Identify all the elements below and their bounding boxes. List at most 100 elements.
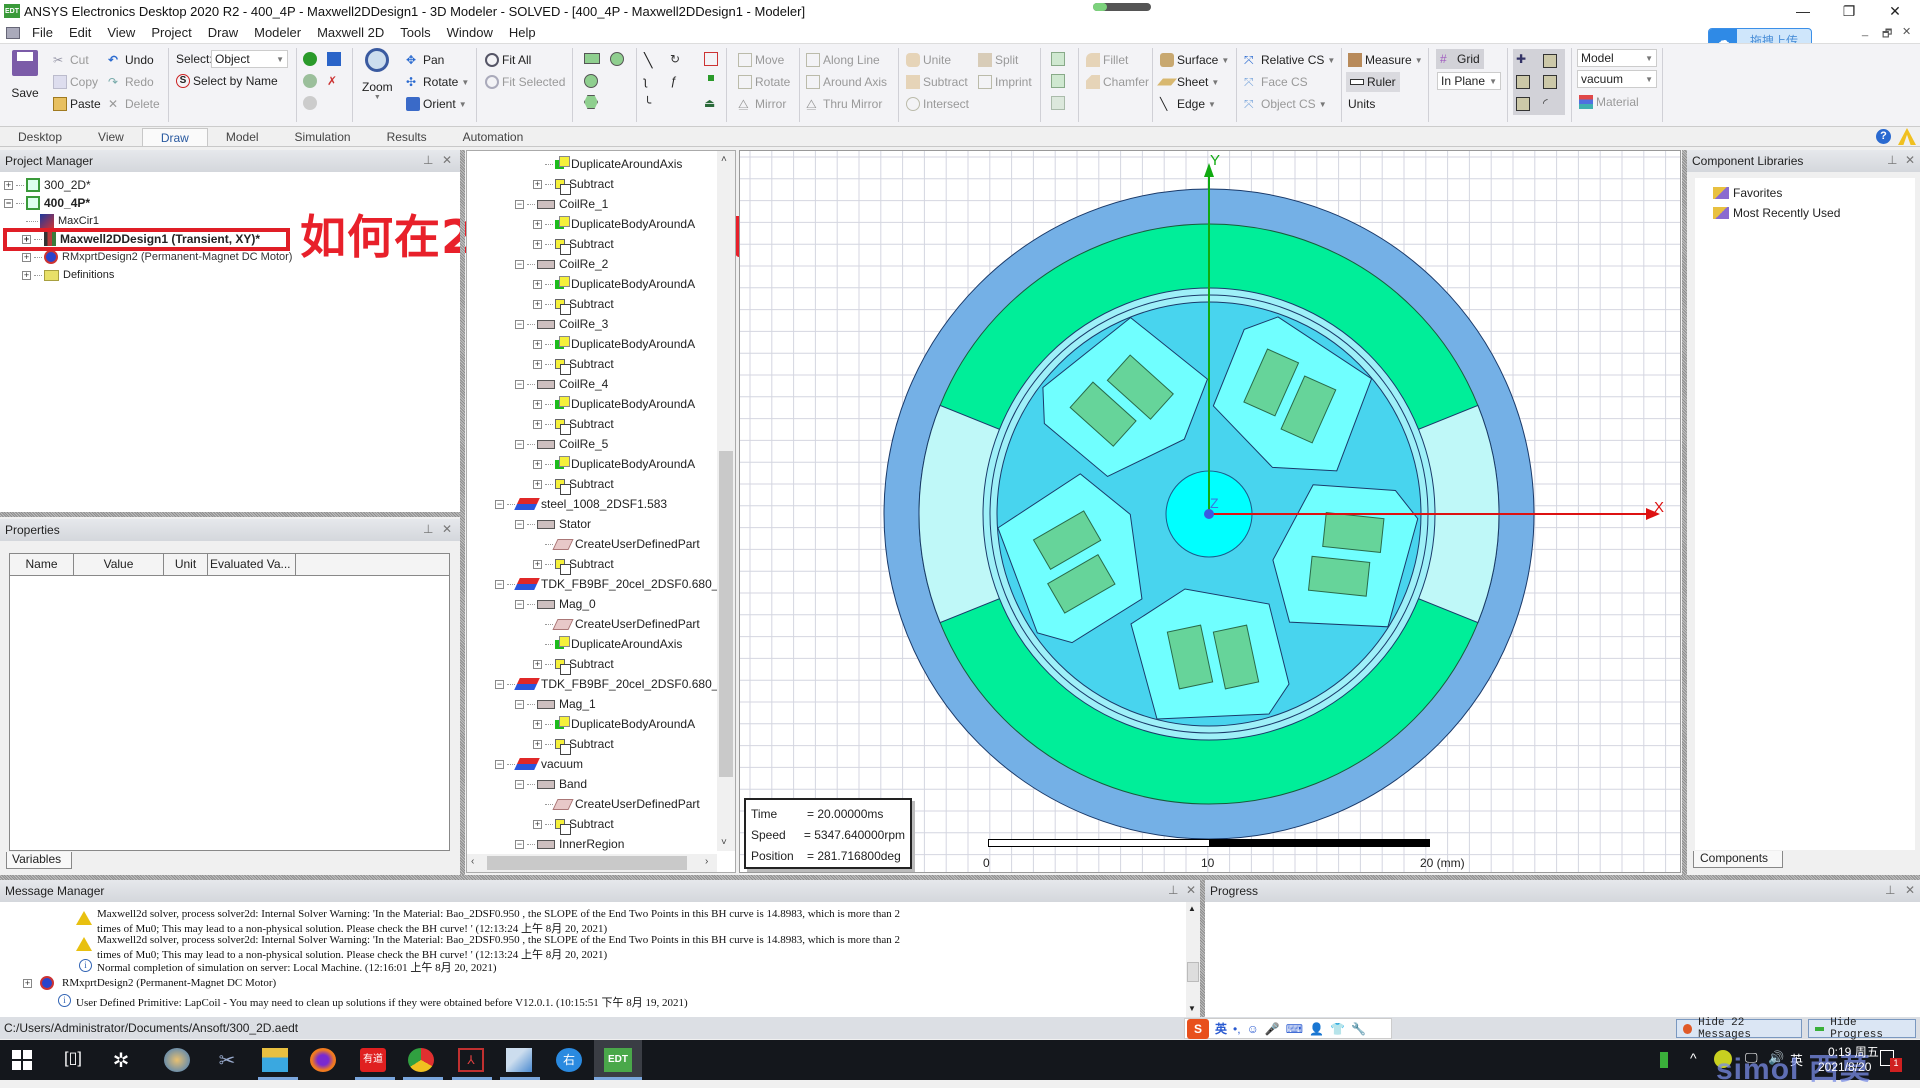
menu-file[interactable]: File (24, 25, 61, 40)
fillet-button[interactable]: Fillet (1086, 50, 1128, 70)
panel-close-icon[interactable]: ✕ (442, 522, 452, 536)
model-tree-item[interactable]: − CoilRe_5 (515, 435, 608, 453)
expand-toggle[interactable]: − (515, 199, 524, 209)
draw-rectangle-icon[interactable] (584, 53, 600, 64)
zoom-button[interactable]: Zoom ▼ (362, 48, 393, 101)
tab-results[interactable]: Results (369, 128, 445, 146)
pin-icon[interactable]: ⊥ (1887, 153, 1897, 167)
thru-mirror-button[interactable]: ⧋ Thru Mirror (806, 94, 882, 114)
model-tree-item[interactable]: − CoilRe_2 (515, 255, 608, 273)
subtract-button[interactable]: Subtract (906, 72, 968, 92)
column-header-name[interactable]: Name (10, 554, 74, 575)
tab-simulation[interactable]: Simulation (277, 128, 369, 146)
hide-unselected-icon[interactable] (303, 96, 317, 110)
surface-button[interactable]: Surface ▼ (1160, 50, 1229, 70)
draw-arc-icon[interactable]: ↻ (670, 52, 684, 66)
model-tree-item[interactable]: + Subtract (533, 175, 614, 195)
expand-toggle[interactable]: − (515, 519, 524, 529)
expand-toggle[interactable]: + (533, 559, 542, 569)
draw-box-icon[interactable] (704, 52, 718, 66)
relative-cs-button[interactable]: ⤧ Relative CS ▼ (1244, 50, 1335, 70)
grid-button[interactable]: # Grid (1436, 49, 1484, 69)
rotor-slot-group[interactable] (1130, 588, 1290, 720)
windows-start-icon[interactable] (12, 1050, 32, 1070)
model-tree-item[interactable]: CreateUserDefinedPart (533, 795, 700, 813)
draw-point-icon[interactable] (708, 75, 714, 81)
model-tree-item[interactable]: − CoilRe_4 (515, 375, 608, 393)
message-group[interactable]: RMxprtDesign2 (Permanent-Magnet DC Motor… (62, 977, 276, 989)
draw-ellipse-icon[interactable] (584, 74, 598, 88)
units-button[interactable]: Units (1348, 94, 1375, 114)
column-header-evaluated-value[interactable]: Evaluated Va... (208, 554, 296, 575)
model-tree-item[interactable]: DuplicateAroundAxis (533, 635, 682, 653)
sweep-icon[interactable] (1051, 52, 1065, 66)
expand-toggle[interactable]: + (23, 979, 32, 988)
undo-button[interactable]: ↶ Undo (108, 50, 154, 70)
sheet-button[interactable]: Sheet ▼ (1157, 72, 1219, 92)
coil-rect[interactable] (1307, 555, 1371, 597)
hide-all-icon[interactable]: ✗ (327, 74, 341, 88)
imprint-button[interactable]: Imprint (978, 72, 1032, 92)
menu-view[interactable]: View (99, 25, 143, 40)
message-line[interactable]: Maxwell2d solver, process solver2d: Inte… (97, 934, 900, 946)
scrollbar-thumb[interactable] (719, 451, 733, 777)
rotor-slot[interactable] (1130, 588, 1290, 720)
rotate-button[interactable]: Rotate (738, 72, 790, 92)
scrollbar-thumb[interactable] (487, 856, 687, 870)
model-tree-item[interactable]: + Subtract (533, 815, 614, 835)
expand-toggle[interactable]: + (533, 299, 542, 309)
motor-geometry[interactable]: Y X Z (740, 151, 1681, 873)
mirror-button[interactable]: ⧋ Mirror (738, 94, 786, 114)
mdi-minimize-button[interactable]: _ (1862, 25, 1868, 37)
show-all-icon[interactable] (303, 52, 317, 66)
expand-toggle[interactable]: + (533, 479, 542, 489)
message-line[interactable]: Normal completion of simulation on serve… (97, 959, 497, 975)
restore-button[interactable]: ❐ (1826, 0, 1872, 22)
library-item-favorites[interactable]: Favorites (1713, 184, 1782, 202)
model-tree-item[interactable]: + DuplicateBodyAroundA (533, 395, 695, 413)
sweep-along-path-icon[interactable] (1051, 96, 1065, 110)
expand-toggle[interactable]: − (515, 259, 524, 269)
snap-quadrant-icon[interactable]: ◜ (1543, 96, 1557, 110)
clock-time[interactable]: 0:19 周五 (1828, 1043, 1879, 1060)
model-tree-item[interactable]: + Subtract (533, 415, 614, 435)
expand-toggle[interactable]: − (515, 599, 524, 609)
column-header-value[interactable]: Value (74, 554, 164, 575)
draw-spline-icon[interactable]: ʅ (644, 74, 658, 88)
clock-date[interactable]: 2021/8/20 (1818, 1060, 1871, 1074)
message-scrollbar[interactable]: ▲ ▼ (1186, 902, 1200, 1017)
model-tree-item[interactable]: + DuplicateBodyAroundA (533, 335, 695, 353)
material-button[interactable]: Material (1579, 92, 1639, 112)
expand-toggle[interactable]: + (533, 219, 542, 229)
rotate-view-button[interactable]: ✣ Rotate ▼ (406, 72, 469, 92)
menu-maxwell-2d[interactable]: Maxwell 2D (309, 25, 392, 40)
expand-toggle[interactable]: − (515, 319, 524, 329)
model-tree-item[interactable]: − vacuum (495, 755, 583, 773)
expand-toggle[interactable]: + (533, 739, 542, 749)
model-tree-item[interactable]: + Subtract (533, 475, 614, 495)
model-tree-item[interactable]: + DuplicateBodyAroundA (533, 455, 695, 473)
snap-face-icon[interactable] (1516, 97, 1530, 111)
expand-toggle[interactable]: − (495, 679, 504, 689)
pin-icon[interactable]: ⊥ (423, 153, 433, 167)
pinwheel-app-icon[interactable]: ✲ (108, 1048, 134, 1072)
draw-circle-icon[interactable] (610, 52, 624, 66)
model-tree-item[interactable]: − TDK_FB9BF_20cel_2DSF0.680_ (495, 675, 718, 693)
expand-toggle[interactable]: − (515, 839, 524, 849)
emoji-icon[interactable]: ☺ (1247, 1022, 1259, 1036)
show-view-icon[interactable] (327, 52, 341, 66)
face-cs-button[interactable]: ⤧ Face CS (1244, 72, 1308, 92)
expand-toggle[interactable]: − (515, 439, 524, 449)
snap-center-icon[interactable] (1543, 54, 1557, 68)
panel-close-icon[interactable]: ✕ (1186, 883, 1196, 897)
ruler-button[interactable]: Ruler (1346, 72, 1400, 92)
message-line[interactable]: Maxwell2d solver, process solver2d: Inte… (97, 908, 900, 920)
snap-grid-icon[interactable]: ✚ (1516, 52, 1530, 66)
pan-button[interactable]: ✥ Pan (406, 50, 444, 70)
orient-button[interactable]: Orient ▼ (406, 94, 467, 114)
draw-polygon-icon[interactable] (584, 95, 598, 109)
expand-toggle[interactable]: + (533, 359, 542, 369)
tab-view[interactable]: View (80, 128, 142, 146)
expand-toggle[interactable]: + (533, 239, 542, 249)
delete-button[interactable]: ✕ Delete (108, 94, 160, 114)
